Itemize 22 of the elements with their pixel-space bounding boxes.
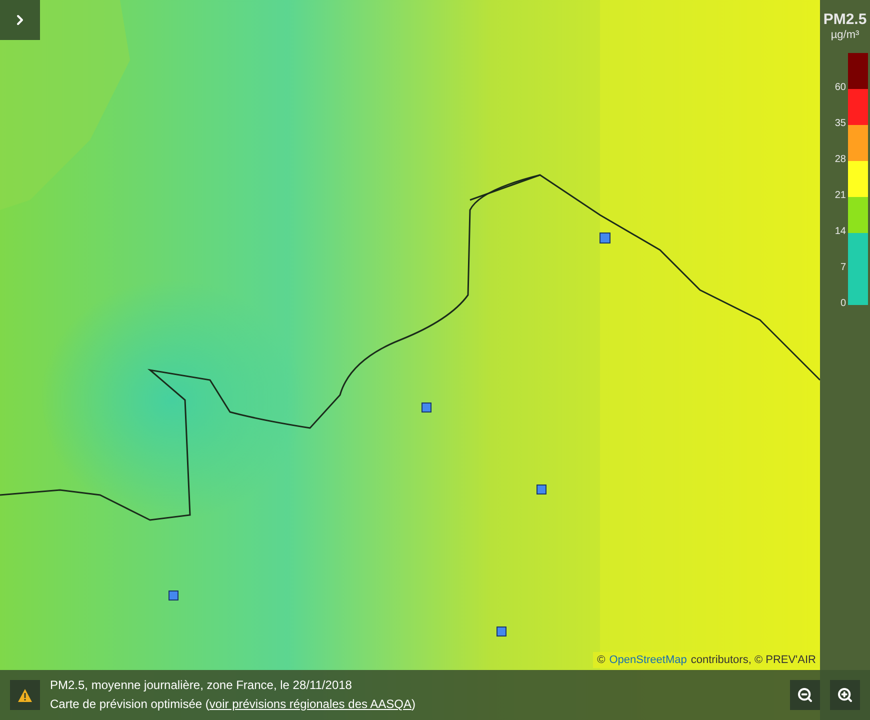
attribution-text: contributors, © PREV'AIR — [690, 652, 816, 668]
zoom-in-button[interactable] — [830, 680, 860, 710]
openstreetmap-link[interactable]: OpenStreetMap — [609, 652, 687, 668]
zoom-in-icon — [837, 687, 853, 703]
regional-forecast-link[interactable]: voir prévisions régionales des AASQA — [209, 697, 412, 712]
info-text: ) — [412, 697, 416, 712]
warning-icon — [18, 688, 32, 702]
legend-title: PM2.5 — [823, 12, 867, 27]
info-text: Carte de prévision optimisée ( — [50, 697, 210, 712]
zoom-out-icon — [797, 687, 813, 703]
legend-label: 14 — [834, 227, 846, 237]
legend-label: 7 — [839, 263, 846, 273]
attribution-text: © — [597, 652, 606, 668]
legend-label: 0 — [839, 299, 846, 309]
info-title: PM2.5, moyenne journalière, zone France, le 28/11/2018 — [50, 678, 353, 693]
legend-unit: µg/m³ — [830, 30, 860, 41]
warning-button[interactable] — [10, 680, 40, 710]
legend-label: 35 — [834, 119, 846, 129]
legend-label: 21 — [834, 191, 846, 201]
legend-label: 28 — [834, 155, 846, 165]
legend-label: 60 — [834, 83, 846, 93]
zoom-out-button[interactable] — [790, 680, 820, 710]
